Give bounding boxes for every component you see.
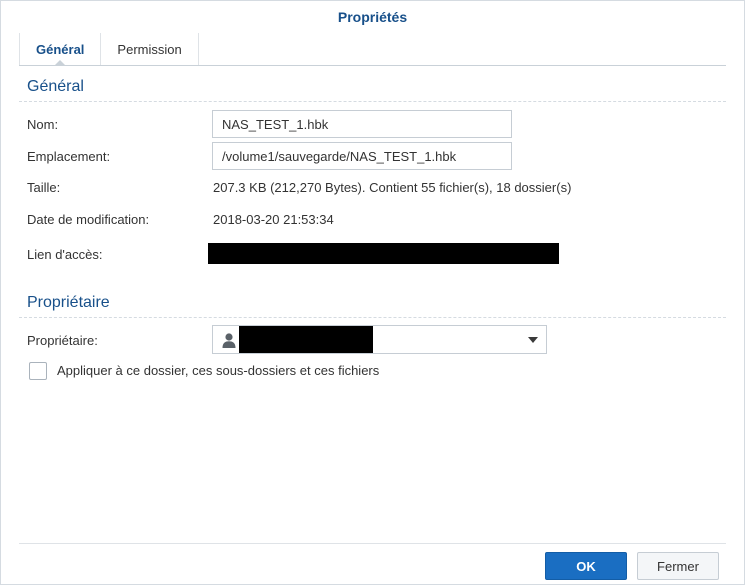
modified-value: 2018-03-20 21:53:34 [213,212,334,227]
owner-value-redacted [239,326,373,353]
access-link-redacted [208,243,559,264]
size-label: Taille: [27,180,61,195]
general-section-title: Général [27,78,84,95]
owner-label: Propriétaire: [27,333,98,348]
tab-permission[interactable]: Permission [101,33,199,65]
access-link-label: Lien d'accès: [27,247,103,262]
name-label: Nom: [27,117,59,132]
modified-label: Date de modification: [27,212,150,227]
size-value: 207.3 KB (212,270 Bytes). Contient 55 fi… [213,180,572,195]
tab-general[interactable]: Général [19,33,102,66]
owner-section-title: Propriétaire [27,294,110,311]
properties-dialog: Propriétés Général Permission Général No… [0,0,745,585]
dialog-titlebar[interactable]: Propriétés [1,1,744,33]
owner-section-divider [19,317,726,318]
name-input[interactable] [212,110,512,138]
apply-recursive-label[interactable]: Appliquer à ce dossier, ces sous-dossier… [57,363,379,378]
dialog-title: Propriétés [337,9,408,25]
user-icon [222,333,236,348]
tab-bar: Général Permission [19,33,726,66]
owner-select[interactable] [212,325,547,354]
apply-recursive-checkbox[interactable] [29,362,47,380]
ok-button[interactable]: OK [545,552,627,580]
location-input[interactable] [212,142,512,170]
tab-divider [19,65,726,66]
location-label: Emplacement: [27,149,111,164]
general-section-divider [19,101,726,102]
chevron-down-icon[interactable] [528,337,538,343]
footer-divider [19,543,726,544]
close-button[interactable]: Fermer [637,552,719,580]
